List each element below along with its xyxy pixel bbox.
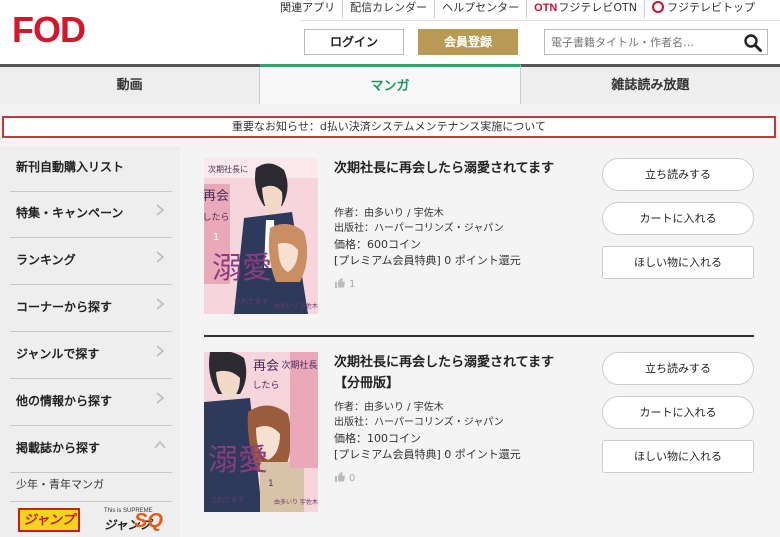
cover-title-text: したら xyxy=(252,380,279,391)
cover-title-text: 溺愛 xyxy=(208,443,268,478)
cover-volume-text: 1 xyxy=(213,232,219,243)
tab-video[interactable]: 動画 xyxy=(0,67,261,104)
chevron-right-icon xyxy=(156,251,165,263)
chevron-up-icon xyxy=(154,440,166,449)
like-count-value: 0 xyxy=(349,473,356,484)
link-help-center[interactable]: ヘルプセンター xyxy=(434,0,526,18)
link-fujitv-otn[interactable]: OTNフジテレビOTN xyxy=(526,0,644,18)
sidebar-divider xyxy=(10,501,172,502)
book-bonus: [プレミアム会員特典] 0 ポイント還元 xyxy=(334,448,521,461)
add-to-cart-button[interactable]: カートに入れる xyxy=(602,396,754,429)
search-box xyxy=(544,29,768,55)
header-divider xyxy=(300,20,780,21)
cover-title-text: 次期社長に xyxy=(281,359,318,371)
sidebar-item-genre[interactable]: ジャンルで探す xyxy=(10,333,172,379)
cover-title-text: 次期社長に xyxy=(208,164,248,174)
cover-title-text: したら xyxy=(204,212,230,223)
tab-manga[interactable]: マンガ xyxy=(260,64,521,104)
cover-title-text: 再会 xyxy=(204,189,229,204)
login-button[interactable]: ログイン xyxy=(304,29,404,55)
fujitv-icon xyxy=(652,1,664,13)
book-author: 作者：由多いり / 宇佐木 xyxy=(334,208,444,219)
book-publisher: 出版社：ハーパーコリンズ・ジャパン xyxy=(334,417,504,428)
trial-read-button[interactable]: 立ち読みする xyxy=(602,352,754,385)
cover-title-text: 溺愛 xyxy=(212,251,272,286)
sidebar-item-features[interactable]: 特集・キャンペーン xyxy=(10,192,172,238)
book-bonus: [プレミアム会員特典] 0 ポイント還元 xyxy=(334,254,521,267)
book-title[interactable]: 次期社長に再会したら溺愛されてます xyxy=(334,158,564,179)
thumbs-up-icon xyxy=(335,278,345,288)
book-title[interactable]: 次期社長に再会したら溺愛されてます【分冊版】 xyxy=(334,352,564,394)
cover-sub-text: されてます xyxy=(210,496,244,504)
sidebar: 新刊自動購入リスト 特集・キャンペーン ランキング コーナーから探す ジャンルで… xyxy=(0,146,180,537)
jump-sq-logo[interactable]: This is SUPREME ジャンプ SQ xyxy=(104,508,163,532)
chevron-right-icon xyxy=(156,204,165,216)
cover-volume-text: 1 xyxy=(268,479,274,489)
sidebar-item-label: 他の情報から探す xyxy=(16,394,113,408)
cover-authors-text: 由多いり 宇佐木 xyxy=(274,302,318,310)
sidebar-item-label: 新刊自動購入リスト xyxy=(16,160,125,174)
item-divider xyxy=(204,335,754,337)
search-icon[interactable] xyxy=(743,33,763,53)
like-count[interactable]: 1 xyxy=(334,277,355,290)
otn-icon: OTN xyxy=(534,2,558,14)
book-price: 価格：100コイン xyxy=(334,432,421,445)
link-fujitv-top-label: フジテレビトップ xyxy=(667,1,755,14)
book-cover-image[interactable]: 次期社長に 再会 したら 溺愛 されてます 1 由多いり 宇佐木 xyxy=(204,352,318,512)
sidebar-item-label: ジャンルで探す xyxy=(16,347,100,361)
cover-sub-text: されてます xyxy=(234,298,268,306)
book-item: 再会 したら 1 溺愛 されてます 由多いり 宇佐木 次期社長に 次期社長に再会… xyxy=(204,158,754,318)
link-fujitv-otn-label: フジテレビOTN xyxy=(558,1,637,14)
book-item: 次期社長に 再会 したら 溺愛 されてます 1 由多いり 宇佐木 次期社長に再会… xyxy=(204,352,754,512)
book-author: 作者：由多いり / 宇佐木 xyxy=(334,402,444,413)
tab-magazine[interactable]: 雑誌読み放題 xyxy=(521,67,780,104)
link-fujitv-top[interactable]: フジテレビトップ xyxy=(644,0,762,18)
book-price: 価格：600コイン xyxy=(334,238,421,251)
sidebar-item-label: コーナーから探す xyxy=(16,300,113,314)
cover-authors-text: 由多いり 宇佐木 xyxy=(274,498,318,506)
important-notice[interactable]: 重要なお知らせ：d払い決済システムメンテナンス実施について xyxy=(2,116,776,138)
cover-title-text: 再会 xyxy=(253,359,279,374)
link-related-apps[interactable]: 関連アプリ xyxy=(273,0,342,18)
sq-mark: SQ xyxy=(134,510,163,532)
sidebar-item-auto-purchase[interactable]: 新刊自動購入リスト xyxy=(10,146,172,192)
chevron-right-icon xyxy=(156,392,165,404)
thumbs-up-icon xyxy=(335,472,345,482)
chevron-right-icon xyxy=(156,345,165,357)
sidebar-item-label: ランキング xyxy=(16,253,76,267)
sidebar-item-label: 特集・キャンペーン xyxy=(16,206,124,220)
header: FOD 関連アプリ 配信カレンダー ヘルプセンター OTNフジテレビOTN フジ… xyxy=(0,0,780,64)
book-publisher: 出版社：ハーパーコリンズ・ジャパン xyxy=(334,223,504,234)
add-to-wishlist-button[interactable]: ほしい物に入れる xyxy=(602,440,754,473)
sidebar-item-label: 掲載誌から探す xyxy=(16,441,101,455)
top-links: 関連アプリ 配信カレンダー ヘルプセンター OTNフジテレビOTN フジテレビト… xyxy=(273,0,762,18)
sidebar-sub-shonen-seinen[interactable]: 少年・青年マンガ xyxy=(16,476,104,492)
main-nav: 動画 マンガ 雑誌読み放題 xyxy=(0,64,780,104)
sidebar-item-other-info[interactable]: 他の情報から探す xyxy=(10,380,172,426)
sidebar-item-corner[interactable]: コーナーから探す xyxy=(10,286,172,332)
trial-read-button[interactable]: 立ち読みする xyxy=(602,158,754,191)
jump-logo[interactable]: ジャンプ xyxy=(18,508,80,532)
fod-logo[interactable]: FOD xyxy=(12,12,86,48)
sidebar-item-magazine[interactable]: 掲載誌から探す xyxy=(10,427,172,473)
register-button[interactable]: 会員登録 xyxy=(418,29,518,55)
sidebar-item-ranking[interactable]: ランキング xyxy=(10,239,172,285)
add-to-cart-button[interactable]: カートに入れる xyxy=(602,202,754,235)
link-release-calendar[interactable]: 配信カレンダー xyxy=(342,0,434,18)
search-input[interactable] xyxy=(545,30,735,54)
book-cover-image[interactable]: 再会 したら 1 溺愛 されてます 由多いり 宇佐木 次期社長に xyxy=(204,158,318,314)
like-count[interactable]: 0 xyxy=(334,471,355,484)
chevron-right-icon xyxy=(156,298,165,310)
like-count-value: 1 xyxy=(349,279,356,290)
add-to-wishlist-button[interactable]: ほしい物に入れる xyxy=(602,246,754,279)
